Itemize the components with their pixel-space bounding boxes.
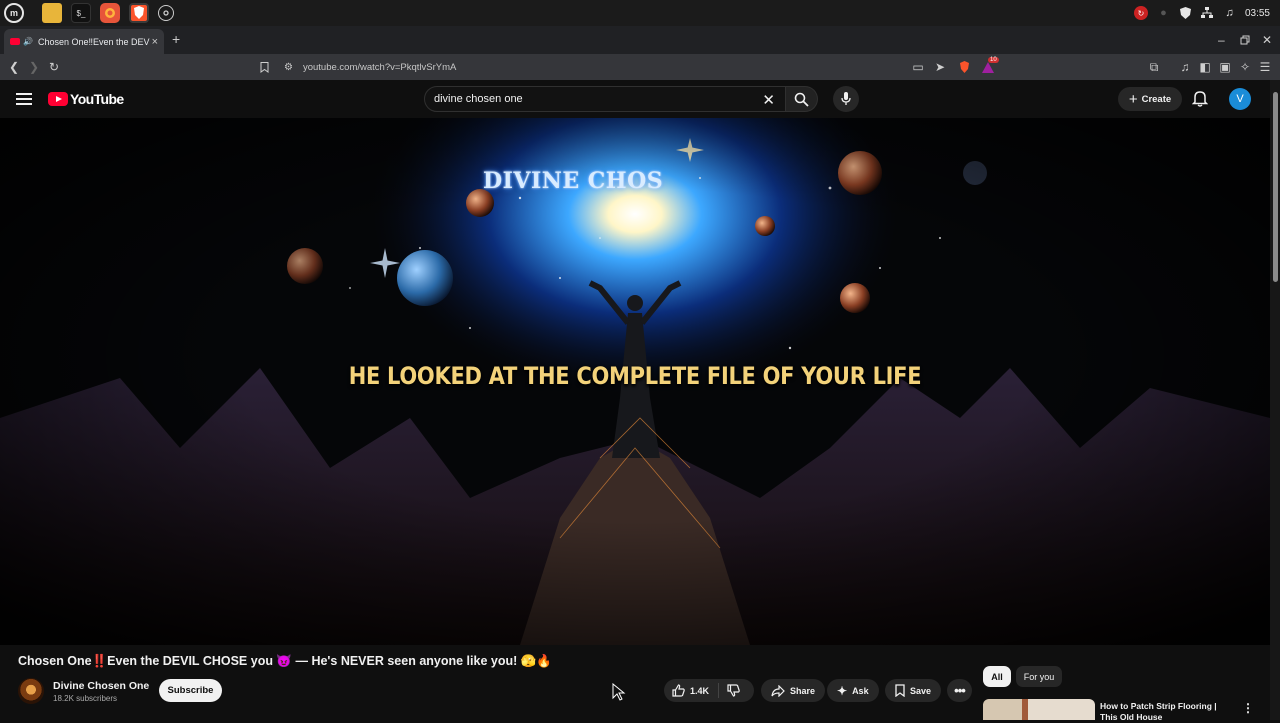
bell-icon xyxy=(1191,91,1209,107)
video-title: Chosen One‼️Even the DEVIL CHOSE you 😈 —… xyxy=(18,654,552,668)
network-icon[interactable] xyxy=(1201,7,1214,20)
music-note-icon[interactable]: ♫ xyxy=(1223,7,1236,20)
minimize-icon[interactable]: – xyxy=(1218,26,1225,54)
share-label: Share xyxy=(790,685,816,696)
bookmark-icon[interactable] xyxy=(256,59,272,75)
share-icon xyxy=(771,684,785,697)
ask-button[interactable]: ✦ Ask xyxy=(827,679,879,702)
search-box: ✕ xyxy=(424,86,786,112)
chip-for-you[interactable]: For you xyxy=(1016,666,1062,687)
like-count: 1.4K xyxy=(690,685,710,696)
close-window-icon[interactable]: ✕ xyxy=(1262,26,1272,54)
cast-icon[interactable]: ▭ xyxy=(910,59,926,75)
notifications-button[interactable] xyxy=(1191,90,1209,112)
brave-shields-icon[interactable] xyxy=(956,59,972,75)
media-icon[interactable]: ♫ xyxy=(1177,59,1193,75)
close-tab-icon[interactable]: × xyxy=(152,36,158,48)
youtube-favicon-icon xyxy=(10,38,20,45)
more-horizontal-icon: ••• xyxy=(954,683,966,698)
thumbs-down-icon xyxy=(727,684,740,697)
like-dislike-group: 1.4K xyxy=(664,679,754,702)
leo-ai-icon[interactable]: ✧ xyxy=(1237,59,1253,75)
thumbs-up-icon xyxy=(672,684,685,697)
reload-icon[interactable]: ↻ xyxy=(46,59,62,75)
channel-avatar[interactable] xyxy=(18,678,44,704)
back-icon[interactable]: ❮ xyxy=(6,59,22,75)
share-button[interactable]: Share xyxy=(761,679,826,702)
page-scrollbar[interactable] xyxy=(1270,80,1280,720)
bookmark-save-icon xyxy=(895,684,905,697)
ask-label: Ask xyxy=(852,685,869,696)
guide-menu-icon[interactable] xyxy=(16,93,32,105)
like-button[interactable]: 1.4K xyxy=(664,683,720,698)
url-text[interactable]: youtube.com/watch?v=PkqtlvSrYmA xyxy=(303,62,456,73)
account-avatar[interactable]: V xyxy=(1229,88,1251,110)
sparkle-icon: ✦ xyxy=(837,683,848,698)
browser-toolbar: ❮ ❯ ↻ ⚙ youtube.com/watch?v=PkqtlvSrYmA … xyxy=(0,54,1280,80)
search-input[interactable] xyxy=(434,93,754,105)
new-tab-button[interactable]: + xyxy=(172,31,180,47)
dislike-button[interactable] xyxy=(719,684,748,697)
subscribe-button[interactable]: Subscribe xyxy=(159,679,222,702)
search-button[interactable] xyxy=(786,86,818,112)
files-icon[interactable] xyxy=(42,3,62,23)
mint-menu-icon[interactable]: m xyxy=(4,3,24,23)
notification-dot-icon[interactable]: ● xyxy=(1157,7,1170,20)
youtube-header: YouTube ✕ + Create V xyxy=(0,80,1270,118)
plus-icon: + xyxy=(1128,90,1138,108)
voice-search-button[interactable] xyxy=(833,86,859,112)
screenshot-icon[interactable]: ⧉ xyxy=(1146,59,1162,75)
search-icon xyxy=(794,92,809,107)
browser-tab-strip: 🔊 Chosen One‼Even the DEVIL × + – ✕ xyxy=(0,26,1280,54)
tab-title: Chosen One‼Even the DEVIL xyxy=(37,36,150,47)
microphone-icon xyxy=(841,92,851,105)
save-label: Save xyxy=(910,685,932,696)
terminal-icon[interactable]: $_ xyxy=(71,3,91,23)
youtube-logo[interactable]: YouTube xyxy=(48,91,124,107)
chip-all[interactable]: All xyxy=(983,666,1011,687)
menu-icon[interactable]: ☰ xyxy=(1257,59,1273,75)
clock-time[interactable]: 03:55 xyxy=(1245,8,1270,19)
video-player[interactable]: DIVINE CHOS HE LOOKED AT THE COMPLETE FI… xyxy=(0,118,1270,645)
os-taskbar: m $_ ↻ ● ♫ 03:55 xyxy=(0,0,1280,26)
more-actions-button[interactable]: ••• xyxy=(947,679,972,702)
chrome-icon[interactable] xyxy=(158,5,174,21)
video-overlay-title: DIVINE CHOS xyxy=(483,168,664,194)
video-caption: HE LOOKED AT THE COMPLETE FILE OF YOUR L… xyxy=(348,362,922,390)
brave-icon[interactable] xyxy=(129,3,149,23)
site-settings-icon[interactable]: ⚙ xyxy=(284,62,293,73)
address-bar[interactable]: ⚙ youtube.com/watch?v=PkqtlvSrYmA xyxy=(280,57,1000,77)
rewards-icon[interactable]: 10 xyxy=(980,57,999,75)
active-tab[interactable]: 🔊 Chosen One‼Even the DEVIL × xyxy=(4,29,164,54)
channel-name[interactable]: Divine Chosen One xyxy=(53,680,149,692)
forward-icon[interactable]: ❯ xyxy=(26,59,42,75)
firefox-icon[interactable] xyxy=(100,3,120,23)
clear-search-icon[interactable]: ✕ xyxy=(762,91,775,109)
system-tray: ↻ ● ♫ 03:55 xyxy=(1133,0,1270,26)
create-label: Create xyxy=(1141,93,1172,105)
recommendation-more-icon[interactable]: ⋮ xyxy=(1242,701,1254,715)
shield-icon[interactable] xyxy=(1179,7,1192,20)
mouse-cursor-icon xyxy=(612,682,626,706)
speaker-icon[interactable]: 🔊 xyxy=(23,37,33,46)
save-button[interactable]: Save xyxy=(885,679,942,702)
subscriber-count: 18.2K subscribers xyxy=(53,694,118,703)
wallet-icon[interactable]: ▣ xyxy=(1217,59,1233,75)
create-button[interactable]: + Create xyxy=(1118,87,1182,111)
maximize-icon[interactable] xyxy=(1240,26,1250,54)
youtube-logo-text: YouTube xyxy=(70,91,124,107)
recommendation-thumbnail[interactable] xyxy=(983,699,1095,720)
youtube-play-logo-icon xyxy=(48,92,68,106)
sidebar-toggle-icon[interactable]: ◧ xyxy=(1197,59,1213,75)
extension-badge: 10 xyxy=(988,57,999,63)
update-icon[interactable]: ↻ xyxy=(1133,6,1148,20)
scrollbar-thumb[interactable] xyxy=(1273,92,1278,282)
send-icon[interactable]: ➤ xyxy=(932,59,948,75)
